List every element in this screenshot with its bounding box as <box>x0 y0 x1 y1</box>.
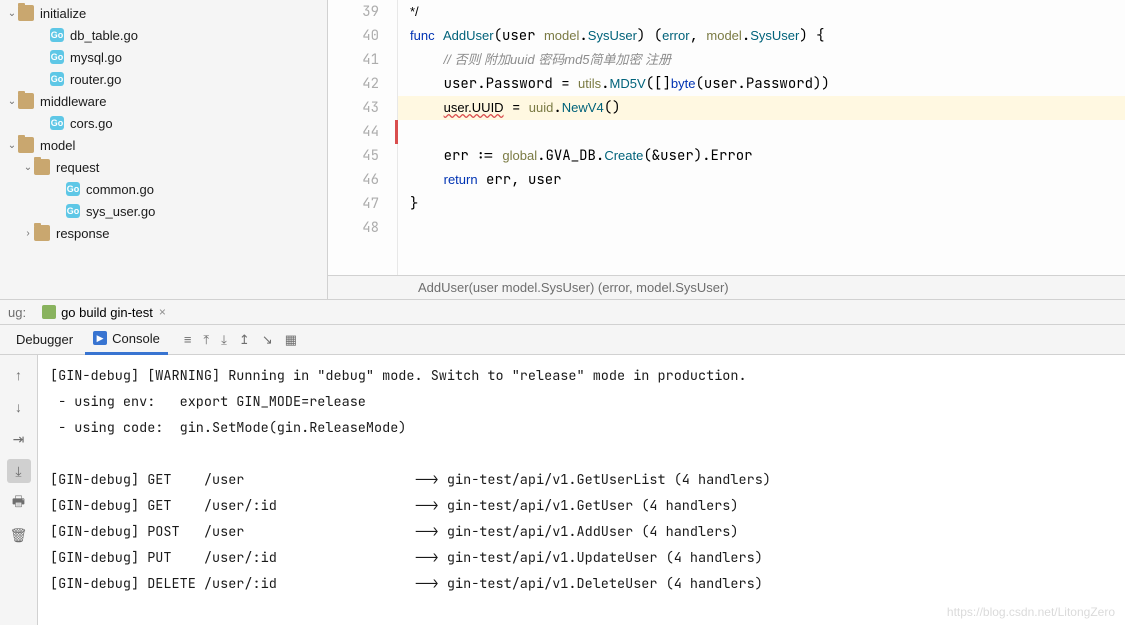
line-number[interactable]: 46 <box>328 168 397 192</box>
run-icon <box>42 305 56 319</box>
caret-icon[interactable]: ⌄ <box>22 162 34 173</box>
folder-icon <box>18 5 34 21</box>
line-number[interactable]: 41 <box>328 48 397 72</box>
tree-item[interactable]: Go common.go <box>0 178 327 200</box>
tab-console[interactable]: ▶Console <box>85 325 168 355</box>
code-line[interactable]: user.UUID = uuid.NewV4() <box>398 96 1125 120</box>
go-file-icon: Go <box>50 72 64 86</box>
tree-label: db_table.go <box>70 28 138 43</box>
soft-wrap-icon[interactable]: ≡ <box>184 332 192 348</box>
tool-tabs: Debugger ▶Console ≡ ⤒ ⤓ ↥ ↘ ▦ <box>0 325 1125 355</box>
tree-label: response <box>56 226 109 241</box>
tree-item[interactable]: ⌄ initialize <box>0 2 327 24</box>
tree-label: sys_user.go <box>86 204 155 219</box>
tree-label: initialize <box>40 6 86 21</box>
code-line[interactable]: // 否则 附加uuid 密码md5简单加密 注册 <box>398 48 1125 72</box>
line-number[interactable]: 43 <box>328 96 397 120</box>
code-line[interactable] <box>398 216 1125 240</box>
go-file-icon: Go <box>50 50 64 64</box>
upload-icon[interactable]: ↥ <box>239 332 250 348</box>
line-number[interactable]: 44 <box>328 120 397 144</box>
close-icon[interactable]: × <box>159 305 166 319</box>
tree-item[interactable]: Go sys_user.go <box>0 200 327 222</box>
tab-debugger[interactable]: Debugger <box>8 325 81 355</box>
code-line[interactable]: return err, user <box>398 168 1125 192</box>
filter-icon[interactable]: ↘ <box>262 332 273 348</box>
line-number[interactable]: 39 <box>328 0 397 24</box>
tree-item[interactable]: ⌄ request <box>0 156 327 178</box>
project-tree[interactable]: ⌄initializeGodb_table.goGomysql.goGorout… <box>0 0 328 299</box>
caret-icon[interactable]: ⌄ <box>6 140 18 151</box>
gutter: 39404142434445464748 <box>328 0 398 275</box>
tree-item[interactable]: ⌄ model <box>0 134 327 156</box>
go-file-icon: Go <box>50 28 64 42</box>
run-config-tab[interactable]: go build gin-test × <box>34 299 174 325</box>
debug-label: ug: <box>0 305 34 320</box>
scroll-down-icon[interactable]: ⤓ <box>221 332 227 348</box>
line-number[interactable]: 45 <box>328 144 397 168</box>
code-line[interactable]: user.Password = utils.MD5V([]byte(user.P… <box>398 72 1125 96</box>
console-toolbar: ↑ ↓ ⇥ ⤓ 🖶 🗑 <box>0 355 38 625</box>
tree-label: router.go <box>70 72 121 87</box>
tree-item[interactable]: Go router.go <box>0 68 327 90</box>
tree-label: common.go <box>86 182 154 197</box>
console-icon: ▶ <box>93 331 107 345</box>
tool-icons: ≡ ⤒ ⤓ ↥ ↘ ▦ <box>184 332 297 348</box>
go-file-icon: Go <box>50 116 64 130</box>
line-number[interactable]: 48 <box>328 216 397 240</box>
tree-label: middleware <box>40 94 106 109</box>
console-output[interactable]: [GIN-debug] [WARNING] Running in "debug"… <box>38 355 1125 625</box>
watermark: https://blog.csdn.net/LitongZero <box>947 605 1115 619</box>
folder-icon <box>34 159 50 175</box>
code-line[interactable]: */ <box>398 0 1125 24</box>
step-down-icon[interactable]: ↓ <box>7 395 31 419</box>
tree-label: cors.go <box>70 116 113 131</box>
tree-item[interactable]: Go db_table.go <box>0 24 327 46</box>
line-number[interactable]: 42 <box>328 72 397 96</box>
folder-icon <box>18 93 34 109</box>
code-editor[interactable]: 39404142434445464748 */func AddUser(user… <box>328 0 1125 299</box>
folder-icon <box>34 225 50 241</box>
trash-icon[interactable]: 🗑 <box>7 523 31 547</box>
go-file-icon: Go <box>66 182 80 196</box>
step-up-icon[interactable]: ↑ <box>7 363 31 387</box>
print-icon[interactable]: 🖶 <box>7 491 31 515</box>
code-line[interactable]: err := global.GVA_DB.Create(&user).Error <box>398 144 1125 168</box>
debug-run-header: ug: go build gin-test × <box>0 299 1125 325</box>
tree-item[interactable]: Go mysql.go <box>0 46 327 68</box>
tree-label: model <box>40 138 75 153</box>
run-config-label: go build gin-test <box>61 305 153 320</box>
breadcrumb[interactable]: AddUser(user model.SysUser) (error, mode… <box>328 275 1125 299</box>
code-line[interactable]: func AddUser(user model.SysUser) (error,… <box>398 24 1125 48</box>
code-line[interactable]: } <box>398 192 1125 216</box>
grid-icon[interactable]: ▦ <box>285 332 297 348</box>
go-file-icon: Go <box>66 204 80 218</box>
tree-item[interactable]: › response <box>0 222 327 244</box>
tree-label: request <box>56 160 99 175</box>
download-icon[interactable]: ⤓ <box>7 459 31 483</box>
caret-icon[interactable]: ⌄ <box>6 8 18 19</box>
tree-item[interactable]: ⌄ middleware <box>0 90 327 112</box>
caret-icon[interactable]: ⌄ <box>6 96 18 107</box>
line-number[interactable]: 47 <box>328 192 397 216</box>
caret-icon[interactable]: › <box>22 228 34 239</box>
code-area[interactable]: */func AddUser(user model.SysUser) (erro… <box>398 0 1125 275</box>
wrap-icon[interactable]: ⇥ <box>7 427 31 451</box>
tree-item[interactable]: Go cors.go <box>0 112 327 134</box>
line-number[interactable]: 40 <box>328 24 397 48</box>
folder-icon <box>18 137 34 153</box>
tree-label: mysql.go <box>70 50 122 65</box>
scroll-up-icon[interactable]: ⤒ <box>203 332 209 348</box>
code-line[interactable] <box>395 120 1125 144</box>
